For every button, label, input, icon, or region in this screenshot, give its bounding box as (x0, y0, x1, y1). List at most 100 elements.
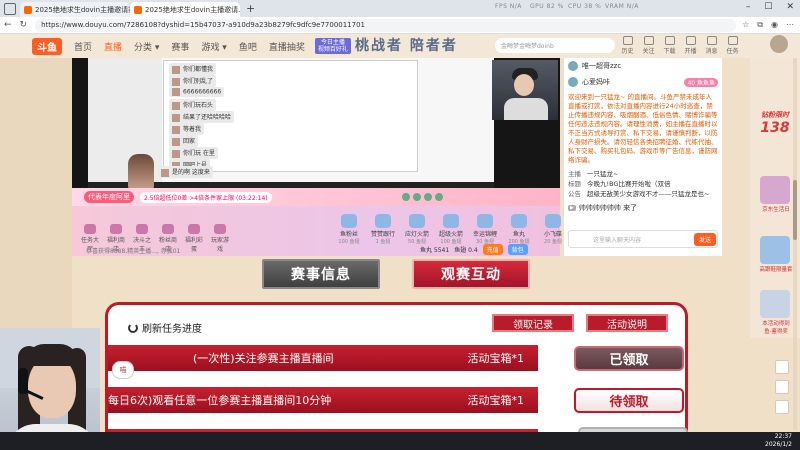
ad-image[interactable] (760, 236, 790, 264)
close-window-icon[interactable]: ✕ (786, 2, 794, 12)
event-label[interactable]: 代表年度阿里 (84, 191, 134, 203)
system-clock[interactable]: 22:37 2026/1/2 (765, 433, 792, 449)
download-label: 下载 (663, 48, 676, 55)
streamer-camera (492, 60, 558, 120)
egg-icon (188, 224, 200, 234)
welfare-egg-button[interactable]: 福利彩蛋 (184, 224, 204, 253)
gift-ticker: 恭喜获得8888,精英主播..., 赤狐01 (86, 248, 181, 255)
gift-item[interactable]: 赞赞跟行 1 鱼翅 (370, 214, 396, 245)
refresh-icon[interactable]: ↻ (20, 20, 28, 30)
promo-badge[interactable]: 钻粉限时 138 (755, 110, 795, 155)
claim-record-button[interactable]: 领取记录 (492, 314, 574, 332)
chat-username: 心爱妈咔 (582, 78, 610, 86)
nav-category[interactable]: 分类 ▾ (134, 40, 159, 53)
window-menu-icon[interactable] (4, 2, 16, 15)
douyu-logo[interactable]: 斗鱼 (32, 37, 62, 55)
page-scrollbar[interactable] (793, 58, 797, 430)
activity-description-button[interactable]: 活动说明 (586, 314, 668, 332)
fish-balls-count: 鱼丸 5541 (420, 247, 450, 254)
window-controls: – ☐ ✕ (746, 2, 794, 12)
game-icon (214, 224, 226, 234)
task-name: 每日6次)观看任意一位参赛主播直播间10分钟 (108, 394, 332, 407)
recharge-button[interactable]: 充值 (482, 244, 503, 255)
stream-chat-line: 结果了还哈哈哈哈 (169, 111, 235, 123)
back-to-top-icon[interactable] (775, 400, 789, 414)
tab-label: 2025绝地求生dovin主播邀请... (145, 5, 240, 14)
menu-icon[interactable]: ⋯ (786, 20, 794, 30)
control-icon[interactable] (401, 193, 410, 201)
chat-user-row[interactable]: 唯一超哥zzc (564, 58, 722, 74)
gift-icon (443, 214, 459, 228)
download-icon (664, 36, 675, 45)
minimize-icon[interactable]: – (746, 2, 751, 12)
user-avatar[interactable] (770, 35, 788, 53)
control-icon[interactable] (412, 193, 421, 201)
maximize-icon[interactable]: ☐ (764, 2, 772, 12)
player-game-button[interactable]: 玩家游戏 (210, 224, 230, 253)
gift-item[interactable]: 幸运锦鲤 30 鱼翅 (472, 214, 498, 245)
download-button[interactable]: 下载 (662, 36, 677, 55)
gift-item[interactable]: 鱼丸 200 鱼翅 (506, 214, 532, 245)
history-label: 历史 (621, 48, 634, 55)
star-icon[interactable]: ☆ (742, 20, 749, 30)
nav-fishbar[interactable]: 鱼吧 (239, 40, 257, 53)
gift-item[interactable]: 鱼粉丝 100 鱼翅 (336, 214, 362, 245)
tab-watch-interaction[interactable]: 观赛互动 (412, 259, 530, 289)
tasks-label: 任务 (726, 48, 739, 55)
control-icon[interactable] (423, 193, 432, 201)
tab-event-info[interactable]: 赛事信息 (262, 259, 380, 289)
history-button[interactable]: 历史 (620, 36, 635, 55)
refresh-progress-button[interactable]: 刷新任务进度 (128, 320, 202, 335)
gift-item[interactable]: 超级火箭 100 鱼翅 (438, 214, 464, 245)
room-info: 主播 一只猛龙~ 标题 今晚九!BG比赛开始啦（双倍 公告 超级无敌美少女游戏不才——… (568, 169, 718, 199)
control-icon[interactable] (434, 193, 443, 201)
nav-home[interactable]: 首页 (74, 40, 92, 53)
ad-image[interactable] (760, 290, 790, 318)
gift-icon (409, 214, 425, 228)
stream-chat-line: 你们都懂我 (169, 63, 217, 75)
go-live-label: 开播 (684, 48, 697, 55)
gift-item[interactable]: 应灯火箭 50 鱼翅 (404, 214, 430, 245)
browser-tab-2[interactable]: 2025绝地求生dovin主播邀请... ✕ (130, 2, 240, 17)
recommend-badge[interactable]: 今日主播 视频百好礼 (314, 38, 351, 54)
stream-chat-line: 你们玩石头 (169, 99, 217, 111)
event-progress-strip: 代表年度阿里 2.5倍超低位0差 >4倍条件家上限 (03:22:14) (72, 188, 560, 206)
stream-chat-window: 你们都懂我 你们别乱了 6666666666 你们玩石头 结果了还哈哈哈哈 等着… (163, 60, 418, 172)
gift-list: 鱼粉丝 100 鱼翅 赞赞跟行 1 鱼翅 应灯火箭 50 鱼翅 超级火箭 100 鱼翅 … (336, 214, 566, 245)
nav-games[interactable]: 游戏 ▾ (201, 40, 226, 53)
ad-image[interactable] (760, 176, 790, 204)
chat-user-row[interactable]: 心爱妈咔 40 鱼鱼鱼 (564, 74, 722, 90)
back-icon[interactable]: ← (4, 20, 12, 30)
nav-lottery[interactable]: 直播抽奖 (269, 40, 305, 53)
chat-message: ▶ 帅帅帅帅帅帅 来了 (568, 204, 638, 212)
claim-button[interactable]: 待领取 (574, 388, 684, 413)
claimed-button[interactable]: 已领取 (574, 346, 684, 371)
go-live-button[interactable]: 开播 (683, 36, 698, 55)
enter-tag-icon: ▶ (568, 205, 576, 211)
mascot-character (128, 154, 154, 190)
side-tools (775, 360, 789, 414)
scrollbar-thumb[interactable] (793, 180, 797, 240)
feedback-icon[interactable] (775, 360, 789, 374)
profile-icon[interactable]: ◉ (771, 20, 778, 30)
backpack-button[interactable]: 背包 (507, 244, 528, 255)
search-input[interactable]: 金晦梦金晦梦doinb (495, 38, 615, 53)
new-tab-icon[interactable]: + (246, 2, 255, 15)
user-avatar (568, 61, 578, 71)
url-field[interactable]: https://www.douyu.com/7286108?dyshid=15b… (35, 18, 737, 32)
extensions-icon[interactable]: ⧉ (757, 20, 763, 30)
tasks-button[interactable]: 任务 (725, 36, 740, 55)
duel-icon (136, 224, 148, 234)
browser-tab-1[interactable]: 2025绝地求生dovin主播邀请赛_为... ✕ (20, 2, 130, 17)
report-icon[interactable] (775, 380, 789, 394)
gift-item[interactable]: 小飞碟 20 鱼翅 (540, 214, 566, 245)
browser-titlebar: 2025绝地求生dovin主播邀请赛_为... ✕ 2025绝地求生dovin主… (0, 0, 800, 17)
nav-live[interactable]: 直播 (104, 40, 122, 53)
chat-username: 唯一超哥zzc (582, 62, 622, 70)
nav-events[interactable]: 赛事 (171, 40, 189, 53)
messages-button[interactable]: 消息 (704, 36, 719, 55)
tab-label: 2025绝地求生dovin主播邀请赛_为... (35, 5, 130, 14)
send-button[interactable]: 发送 (693, 233, 716, 246)
follow-button[interactable]: 关注 (641, 36, 656, 55)
cat-sticker: 喵 (112, 361, 134, 379)
